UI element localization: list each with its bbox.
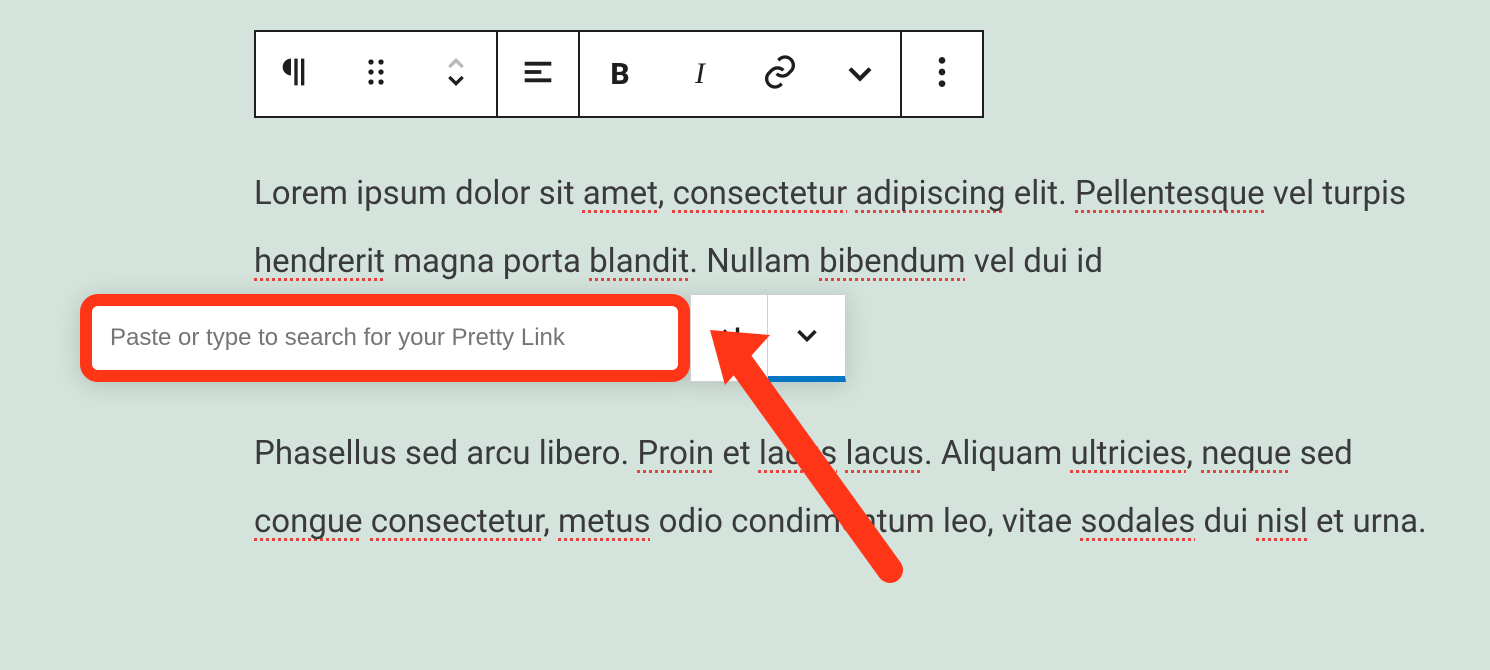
spell-word: neque <box>1201 434 1291 473</box>
submit-link-button[interactable] <box>690 294 768 382</box>
bold-icon: B <box>610 57 629 92</box>
enter-icon <box>712 319 746 357</box>
link-options-toggle[interactable] <box>768 294 846 382</box>
editor-paragraph-2[interactable]: Phasellus sed arcu libero. Proin et lacu… <box>254 420 1454 556</box>
editor-paragraph-1[interactable]: Lorem ipsum dolor sit amet, consectetur … <box>254 160 1454 296</box>
spell-word: adipiscing <box>855 174 1005 213</box>
spell-word: congue <box>254 502 363 541</box>
spell-word: consectetur <box>371 502 544 541</box>
spell-word: bibendum <box>819 242 966 281</box>
link-popover <box>80 294 846 382</box>
spell-word: amet <box>583 174 658 213</box>
align-left-icon <box>518 52 558 96</box>
more-vertical-icon <box>922 52 962 96</box>
pretty-link-search-input[interactable] <box>110 324 660 352</box>
spell-word: nisl <box>1257 502 1308 541</box>
more-options-button[interactable] <box>902 32 982 116</box>
link-button[interactable] <box>740 32 820 116</box>
spell-word: Pellentesque <box>1075 174 1265 213</box>
toolbar-group-block <box>254 30 498 118</box>
spell-word: metus <box>558 502 650 541</box>
link-icon <box>760 52 800 96</box>
toolbar-group-format: B I <box>580 30 902 118</box>
paragraph-block-button[interactable] <box>256 32 336 116</box>
spell-word: consectetur <box>673 174 848 213</box>
italic-icon: I <box>695 57 705 91</box>
block-toolbar: B I <box>254 30 984 118</box>
format-dropdown-button[interactable] <box>820 32 900 116</box>
spell-word: ultricies <box>1070 434 1186 473</box>
spell-word: lacus <box>845 434 923 473</box>
chevron-down-icon <box>790 317 824 355</box>
chevron-down-icon <box>840 52 880 96</box>
toolbar-group-more <box>902 30 984 118</box>
spell-word: sodales <box>1080 502 1195 541</box>
toolbar-group-align <box>498 30 580 118</box>
bold-button[interactable]: B <box>580 32 660 116</box>
drag-handle-button[interactable] <box>336 32 416 116</box>
italic-button[interactable]: I <box>660 32 740 116</box>
align-button[interactable] <box>498 32 578 116</box>
move-up-down-button[interactable] <box>416 32 496 116</box>
chevron-up-down-icon <box>436 52 476 96</box>
spell-word: lacus <box>759 434 837 473</box>
spell-word: blandit <box>589 242 689 281</box>
drag-handle-icon <box>356 52 396 96</box>
spell-word: Proin <box>637 434 714 473</box>
spell-word: hendrerit <box>254 242 385 281</box>
link-input-highlight <box>80 294 690 382</box>
paragraph-icon <box>276 52 316 96</box>
